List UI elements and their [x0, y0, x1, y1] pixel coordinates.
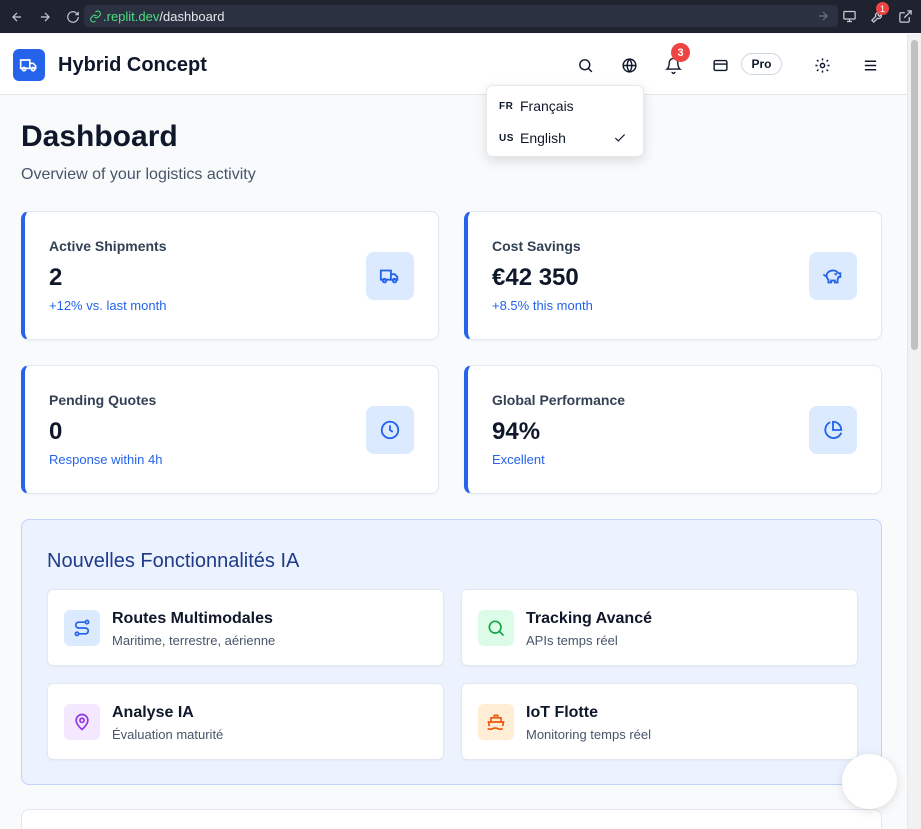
stat-note: Excellent — [492, 452, 545, 467]
language-option-en[interactable]: US English — [491, 122, 639, 154]
feature-desc: Monitoring temps réel — [526, 727, 651, 742]
piggy-bank-icon — [809, 252, 857, 300]
page-subtitle: Overview of your logistics activity — [21, 166, 256, 183]
devices-icon[interactable] — [839, 6, 859, 26]
scrollbar-thumb[interactable] — [911, 40, 918, 350]
gear-icon[interactable] — [810, 53, 834, 77]
stat-label: Active Shipments — [49, 238, 167, 254]
language-option-fr[interactable]: FR Français — [491, 90, 639, 122]
logo-truck-icon[interactable] — [13, 49, 45, 81]
feature-desc: Maritime, terrestre, aérienne — [112, 633, 276, 648]
plan-badge[interactable]: Pro — [741, 53, 782, 75]
stat-label: Global Performance — [492, 392, 626, 408]
language-code: US — [499, 132, 514, 144]
check-icon — [613, 131, 627, 148]
stat-card-cost-savings[interactable]: Cost Savings €42 350 +8.5% this month — [464, 211, 882, 340]
feature-desc: Évaluation maturité — [112, 727, 224, 742]
feature-title: IoT Flotte — [526, 704, 598, 721]
stat-label: Pending Quotes — [49, 392, 157, 408]
scrollbar[interactable] — [907, 34, 921, 829]
stat-value: €42 350 — [492, 264, 579, 291]
go-arrow-icon[interactable] — [816, 9, 830, 23]
brand-name[interactable]: Hybrid Concept — [58, 54, 207, 77]
language-label: English — [520, 130, 566, 146]
search-icon[interactable] — [573, 53, 597, 77]
stat-card-global-performance[interactable]: Global Performance 94% Excellent — [464, 365, 882, 494]
floating-action-button[interactable] — [842, 754, 897, 809]
truck-icon — [366, 252, 414, 300]
features-title: Nouvelles Fonctionnalités IA — [47, 550, 300, 572]
language-label: Français — [520, 98, 574, 114]
stat-note: +12% vs. last month — [49, 298, 167, 313]
ai-features-panel: Nouvelles Fonctionnalités IA Routes Mult… — [21, 519, 882, 785]
page-title: Dashboard — [21, 120, 178, 153]
address-bar[interactable]: .replit.dev/dashboard — [84, 5, 838, 27]
browser-toolbar: .replit.dev/dashboard 1 — [0, 0, 921, 33]
feature-card-routes[interactable]: Routes Multimodales Maritime, terrestre,… — [47, 589, 444, 666]
app-header: Hybrid Concept 3 Pro — [0, 34, 907, 95]
map-pin-icon — [64, 704, 100, 740]
extension-icon[interactable]: 1 — [867, 2, 889, 26]
notification-badge: 3 — [671, 43, 690, 62]
language-code: FR — [499, 100, 514, 112]
url-path: /dashboard — [159, 8, 225, 24]
feature-card-analyse[interactable]: Analyse IA Évaluation maturité — [47, 683, 444, 760]
forward-icon[interactable] — [34, 6, 56, 28]
bell-icon[interactable]: 3 — [661, 43, 690, 77]
route-icon — [64, 610, 100, 646]
feature-title: Routes Multimodales — [112, 610, 273, 627]
ship-icon — [478, 704, 514, 740]
feature-title: Analyse IA — [112, 704, 194, 721]
pie-chart-icon — [809, 406, 857, 454]
feature-card-tracking[interactable]: Tracking Avancé APIs temps réel — [461, 589, 858, 666]
search-icon — [478, 610, 514, 646]
stat-card-pending-quotes[interactable]: Pending Quotes 0 Response within 4h — [21, 365, 439, 494]
stat-note: Response within 4h — [49, 452, 163, 467]
open-external-icon[interactable] — [895, 6, 915, 26]
reload-icon[interactable] — [62, 6, 84, 28]
feature-card-iot[interactable]: IoT Flotte Monitoring temps réel — [461, 683, 858, 760]
stat-value: 94% — [492, 418, 541, 445]
stat-note: +8.5% this month — [492, 298, 593, 313]
credit-card-icon[interactable] — [708, 53, 732, 77]
extension-badge: 1 — [876, 2, 889, 15]
menu-icon[interactable] — [858, 53, 882, 77]
stat-value: 2 — [49, 264, 63, 291]
stat-label: Cost Savings — [492, 238, 581, 254]
url-domain: .replit.dev — [103, 8, 160, 24]
bottom-card — [21, 809, 882, 829]
link-icon — [89, 10, 102, 23]
clock-icon — [366, 406, 414, 454]
feature-desc: APIs temps réel — [526, 633, 618, 648]
language-menu: FR Français US English — [486, 85, 644, 157]
stat-card-active-shipments[interactable]: Active Shipments 2 +12% vs. last month — [21, 211, 439, 340]
globe-icon[interactable] — [617, 53, 641, 77]
back-icon[interactable] — [6, 6, 28, 28]
stat-value: 0 — [49, 418, 63, 445]
feature-title: Tracking Avancé — [526, 610, 652, 627]
